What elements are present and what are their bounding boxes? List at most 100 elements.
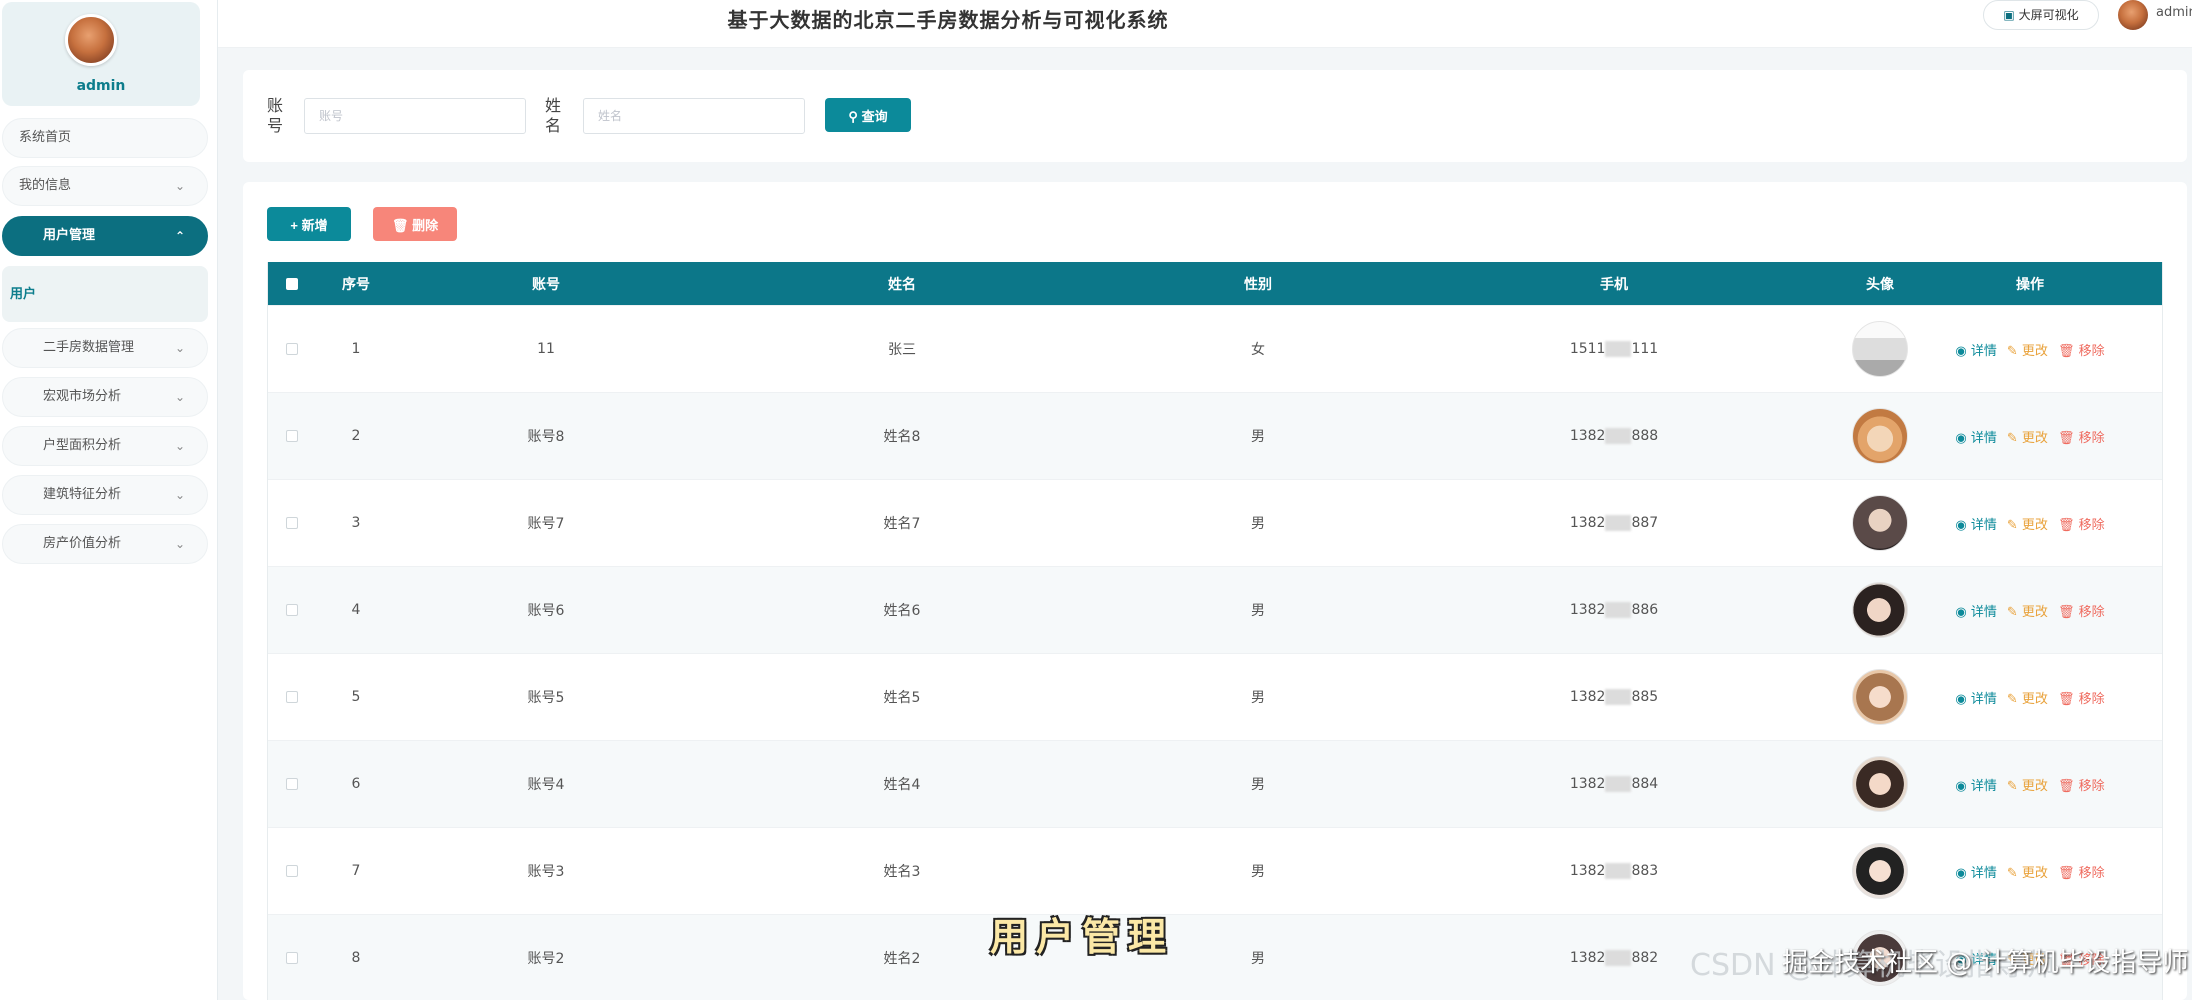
cell-no: 6 — [351, 776, 361, 792]
row-checkbox[interactable] — [286, 778, 298, 790]
sidebar-item-building-features[interactable]: 建筑特征分析 ⌄ — [2, 475, 208, 515]
phone-prefix: 1511 — [1569, 341, 1606, 357]
col-header-no: 序号 — [342, 276, 370, 293]
name-search-input[interactable] — [583, 98, 805, 134]
remove-link[interactable]: 🗑 移除 — [2058, 688, 2105, 707]
edit-link[interactable]: ✎ 更改 — [2007, 514, 2048, 533]
row-select-cell — [268, 741, 316, 827]
remove-label: 移除 — [2078, 430, 2105, 446]
select-all-checkbox[interactable] — [286, 277, 298, 290]
edit-label: 更改 — [2021, 604, 2048, 620]
sidebar-item-label: 用户管理 — [43, 228, 96, 243]
avatar[interactable] — [1852, 495, 1908, 551]
phone-prefix: 1382 — [1569, 863, 1606, 879]
delete-button[interactable]: 🗑 删除 — [373, 207, 457, 241]
avatar[interactable] — [1852, 756, 1908, 812]
trash-icon: 🗑 — [2057, 604, 2075, 620]
row-checkbox[interactable] — [286, 343, 298, 355]
row-checkbox[interactable] — [286, 517, 298, 529]
sidebar-item-property-value[interactable]: 房产价值分析 ⌄ — [2, 524, 208, 564]
cell-account: 账号4 — [527, 777, 565, 793]
chevron-down-icon: ⌄ — [174, 390, 185, 404]
phone-suffix: 882 — [1631, 950, 1659, 966]
edit-label: 更改 — [2021, 865, 2048, 881]
row-checkbox[interactable] — [286, 952, 298, 964]
bigscreen-label: 大屏可视化 — [2018, 8, 2079, 22]
remove-link[interactable]: 🗑 移除 — [2058, 340, 2105, 359]
eye-icon: ◉ — [1955, 517, 1967, 533]
search-icon: ⚲ — [848, 108, 858, 124]
col-header-gender: 性别 — [1244, 276, 1272, 293]
plus-icon: + — [290, 217, 298, 233]
row-select-cell — [268, 915, 316, 1000]
sidebar-item-my-info[interactable]: 我的信息 ⌄ — [2, 166, 208, 206]
detail-link[interactable]: ◉ 详情 — [1955, 514, 1997, 533]
avatar[interactable] — [1852, 582, 1908, 638]
chevron-down-icon: ⌄ — [174, 488, 185, 502]
edit-link[interactable]: ✎ 更改 — [2007, 862, 2048, 881]
remove-link[interactable]: 🗑 移除 — [2058, 775, 2105, 794]
col-header-avatar: 头像 — [1866, 276, 1894, 293]
avatar[interactable] — [1852, 408, 1908, 464]
edit-link[interactable]: ✎ 更改 — [2007, 601, 2048, 620]
sidebar-item-house-data[interactable]: 二手房数据管理 ⌄ — [2, 328, 208, 368]
detail-link[interactable]: ◉ 详情 — [1955, 862, 1997, 881]
detail-link[interactable]: ◉ 详情 — [1955, 427, 1997, 446]
cell-avatar — [1820, 654, 1940, 740]
add-button[interactable]: + 新增 — [267, 207, 351, 241]
avatar[interactable] — [65, 14, 117, 66]
submenu-user[interactable]: 用户 — [2, 266, 208, 322]
cell-no: 1 — [351, 341, 361, 357]
row-checkbox[interactable] — [286, 865, 298, 877]
user-table: 序号 账号 姓名 性别 手机 头像 操作 1 11 张三女 1511 111 ◉ 详情 ✎ … — [267, 262, 2163, 1000]
sidebar-item-macro-market[interactable]: 宏观市场分析 ⌄ — [2, 377, 208, 417]
remove-label: 移除 — [2078, 778, 2105, 794]
bigscreen-button[interactable]: ▣ 大屏可视化 — [1983, 0, 2099, 30]
eye-icon: ◉ — [1955, 604, 1967, 620]
detail-link[interactable]: ◉ 详情 — [1955, 340, 1997, 359]
pencil-icon: ✎ — [2006, 691, 2018, 707]
cell-gender: 女 — [1251, 342, 1265, 358]
avatar[interactable] — [1852, 321, 1908, 377]
remove-link[interactable]: 🗑 移除 — [2058, 601, 2105, 620]
cell-no: 2 — [351, 428, 361, 444]
query-button[interactable]: ⚲ 查询 — [825, 98, 911, 132]
cell-account: 账号6 — [527, 603, 565, 619]
detail-link[interactable]: ◉ 详情 — [1955, 688, 1997, 707]
sidebar-item-user-management[interactable]: 用户管理 ⌃ — [2, 216, 208, 256]
phone-suffix: 883 — [1631, 863, 1659, 879]
user-avatar[interactable] — [2118, 0, 2148, 30]
edit-link[interactable]: ✎ 更改 — [2007, 427, 2048, 446]
cell-actions: ◉ 详情 ✎ 更改 🗑 移除 — [1940, 306, 2120, 392]
cell-phone: 1382 886 — [1408, 567, 1820, 653]
cell-gender: 男 — [1251, 690, 1265, 706]
remove-link[interactable]: 🗑 移除 — [2058, 514, 2105, 533]
phone-prefix: 1382 — [1569, 776, 1606, 792]
edit-link[interactable]: ✎ 更改 — [2007, 340, 2048, 359]
detail-link[interactable]: ◉ 详情 — [1955, 775, 1997, 794]
avatar[interactable] — [1852, 843, 1908, 899]
header-username[interactable]: admin — [2156, 5, 2192, 20]
row-checkbox[interactable] — [286, 604, 298, 616]
remove-link[interactable]: 🗑 移除 — [2058, 862, 2105, 881]
edit-link[interactable]: ✎ 更改 — [2007, 775, 2048, 794]
sidebar: admin 系统首页 我的信息 ⌄ 用户管理 ⌃ 用户 二手房数据管理 ⌄ 宏观… — [0, 0, 218, 1000]
cell-account: 11 — [537, 341, 555, 357]
detail-label: 详情 — [1970, 865, 1997, 881]
edit-link[interactable]: ✎ 更改 — [2007, 688, 2048, 707]
detail-label: 详情 — [1970, 691, 1997, 707]
search-panel: 账号 姓名 ⚲ 查询 — [243, 70, 2187, 162]
sidebar-item-home[interactable]: 系统首页 — [2, 118, 208, 158]
remove-link[interactable]: 🗑 移除 — [2058, 427, 2105, 446]
row-checkbox[interactable] — [286, 691, 298, 703]
detail-link[interactable]: ◉ 详情 — [1955, 601, 1997, 620]
sidebar-item-layout-area[interactable]: 户型面积分析 ⌄ — [2, 426, 208, 466]
row-checkbox[interactable] — [286, 430, 298, 442]
phone-suffix: 887 — [1631, 515, 1659, 531]
col-header-actions: 操作 — [2016, 276, 2044, 293]
account-search-input[interactable] — [304, 98, 526, 134]
name-label: 姓名 — [545, 96, 562, 135]
phone-redaction — [1605, 602, 1632, 618]
cell-avatar — [1820, 828, 1940, 914]
avatar[interactable] — [1852, 669, 1908, 725]
